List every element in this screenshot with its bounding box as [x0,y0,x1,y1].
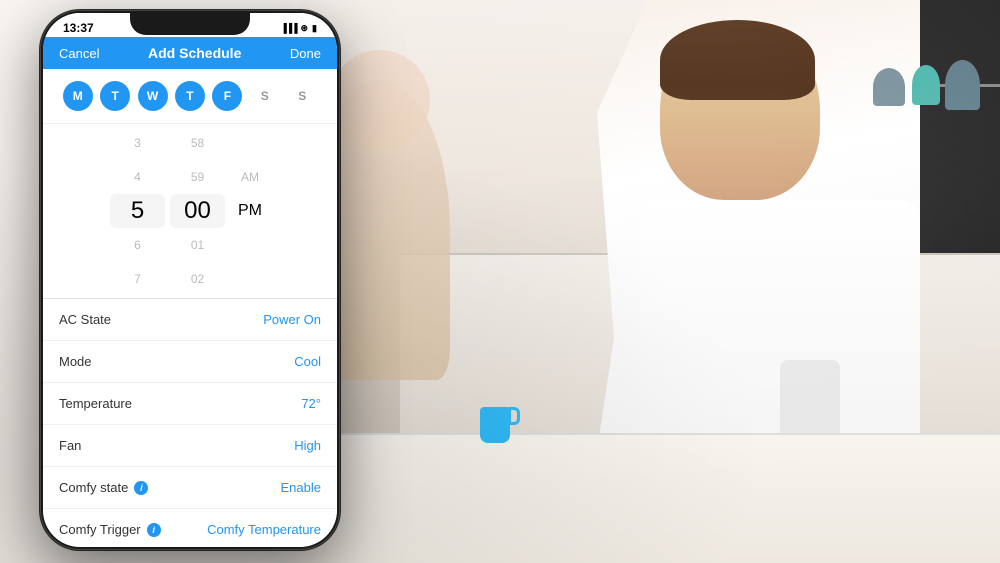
period-pm-selected: PM [230,194,270,228]
day-monday[interactable]: M [63,81,93,111]
setting-temp-value: 72° [301,396,321,411]
hour-4: 4 [110,160,165,194]
day-wednesday[interactable]: W [138,81,168,111]
settings-list: AC State Power On Mode Cool Temperature … [43,299,337,547]
setting-temp-label: Temperature [59,396,132,411]
done-button[interactable]: Done [290,46,321,61]
setting-ac-state-label: AC State [59,312,111,327]
setting-fan-value: High [294,438,321,453]
phone-notch [130,13,250,35]
battery-icon: ▮ [312,23,317,34]
setting-mode-label: Mode [59,354,92,369]
phone-screen: 13:37 ▐▐▐ ⊛ ▮ Cancel Add Schedule Done M… [43,13,337,547]
phone-wrapper: 13:37 ▐▐▐ ⊛ ▮ Cancel Add Schedule Done M… [40,10,340,550]
days-selector: M T W T F S S [43,69,337,124]
setting-fan[interactable]: Fan High [43,425,337,467]
min-selected: 00 [170,194,225,228]
status-time: 13:37 [63,21,94,35]
cancel-button[interactable]: Cancel [59,46,99,61]
setting-mode-value: Cool [294,354,321,369]
setting-fan-label: Fan [59,438,81,453]
hour-6: 6 [110,228,165,262]
status-icons: ▐▐▐ ⊛ ▮ [280,23,317,34]
setting-ac-state[interactable]: AC State Power On [43,299,337,341]
nav-title: Add Schedule [148,45,241,61]
nav-bar: Cancel Add Schedule Done [43,37,337,69]
day-saturday[interactable]: S [250,81,280,111]
setting-comfy-state-value: Enable [281,480,321,495]
day-friday[interactable]: F [212,81,242,111]
comfy-trigger-info-icon[interactable]: i [147,523,161,537]
day-tuesday[interactable]: T [100,81,130,111]
setting-comfy-trigger[interactable]: Comfy Trigger i Comfy Temperature [43,509,337,547]
hour-selected: 5 [110,194,165,228]
day-thursday[interactable]: T [175,81,205,111]
day-sunday[interactable]: S [287,81,317,111]
setting-mode[interactable]: Mode Cool [43,341,337,383]
phone-frame: 13:37 ▐▐▐ ⊛ ▮ Cancel Add Schedule Done M… [40,10,340,550]
wifi-icon: ⊛ [301,23,309,34]
comfy-state-info-icon[interactable]: i [134,481,148,495]
setting-comfy-trigger-label: Comfy Trigger i [59,522,161,537]
setting-comfy-state[interactable]: Comfy state i Enable [43,467,337,509]
setting-ac-state-value: Power On [263,312,321,327]
signal-icon: ▐▐▐ [280,23,296,33]
period-am: AM [230,160,270,194]
hour-7: 7 [110,262,165,296]
min-01: 01 [170,228,225,262]
min-02: 02 [170,262,225,296]
setting-temperature[interactable]: Temperature 72° [43,383,337,425]
min-59: 59 [170,160,225,194]
setting-comfy-state-label: Comfy state i [59,480,148,495]
hour-3: 3 [110,126,165,160]
time-picker[interactable]: 3 4 5 6 7 58 59 00 01 02 [43,124,337,299]
setting-comfy-trigger-value: Comfy Temperature [207,522,321,537]
min-58: 58 [170,126,225,160]
